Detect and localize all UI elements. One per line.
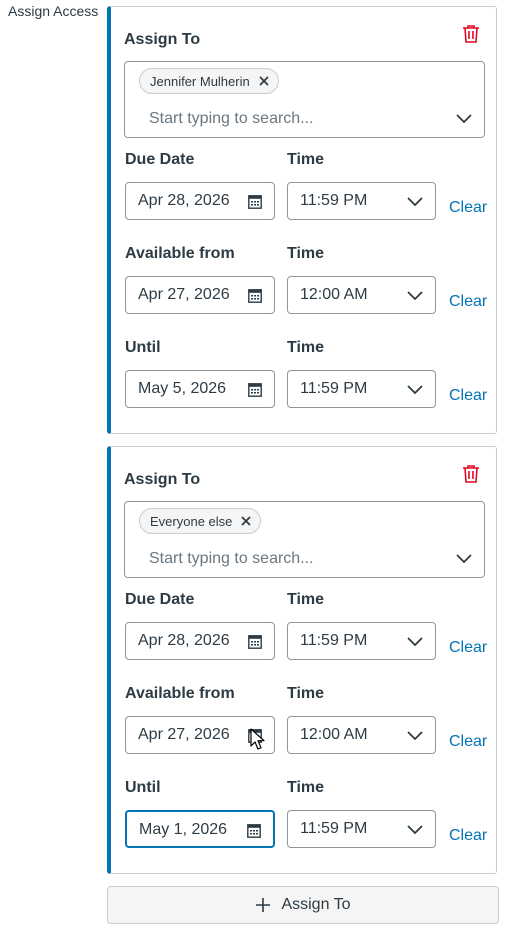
due-date-input[interactable]: Apr 28, 2026 <box>125 622 275 660</box>
calendar-icon[interactable] <box>247 823 261 838</box>
assign-card-1: Assign To Jennifer Mulherin Start typing… <box>107 6 497 434</box>
available-from-value: Apr 27, 2026 <box>138 726 230 743</box>
time-label: Time <box>287 779 325 796</box>
calendar-icon[interactable] <box>248 382 262 397</box>
chevron-down-icon[interactable] <box>456 114 472 124</box>
assign-to-label: Assign To <box>124 471 201 488</box>
add-assign-to-label: Assign To <box>281 896 351 913</box>
clear-until-link[interactable]: Clear <box>449 387 487 405</box>
chevron-down-icon <box>407 197 423 207</box>
chevron-down-icon <box>407 637 423 647</box>
calendar-icon[interactable] <box>248 194 262 209</box>
mouse-cursor-icon <box>250 728 265 750</box>
due-date-value: Apr 28, 2026 <box>138 192 230 209</box>
due-date-label: Due Date <box>125 591 195 608</box>
chevron-down-icon[interactable] <box>456 554 472 564</box>
time-label: Time <box>287 245 325 262</box>
plus-icon <box>256 898 271 912</box>
add-assign-to-button[interactable]: Assign To <box>107 886 499 924</box>
trash-icon[interactable] <box>462 24 480 44</box>
available-from-label: Available from <box>125 685 235 702</box>
due-time-value: 11:59 PM <box>300 632 368 649</box>
assignee-chip[interactable]: Everyone else <box>139 508 262 534</box>
chevron-down-icon <box>407 291 423 301</box>
until-label: Until <box>125 779 161 796</box>
clear-available-from-link[interactable]: Clear <box>449 293 487 311</box>
trash-icon[interactable] <box>462 464 480 484</box>
close-icon[interactable] <box>258 75 270 87</box>
assign-to-combobox[interactable]: Everyone else Start typing to search... <box>124 501 485 578</box>
clear-due-date-link[interactable]: Clear <box>449 639 487 657</box>
time-label: Time <box>287 339 325 356</box>
due-time-select[interactable]: 11:59 PM <box>287 622 436 660</box>
close-icon[interactable] <box>240 515 252 527</box>
available-from-time-select[interactable]: 12:00 AM <box>287 716 436 754</box>
assign-search-input[interactable]: Start typing to search... <box>149 550 314 568</box>
until-date-value: May 5, 2026 <box>138 380 227 397</box>
due-time-select[interactable]: 11:59 PM <box>287 182 436 220</box>
assign-access-label: Assign Access <box>8 3 99 19</box>
until-date-value: May 1, 2026 <box>139 821 228 838</box>
assign-to-combobox[interactable]: Jennifer Mulherin Start typing to search… <box>124 61 485 138</box>
time-label: Time <box>287 151 325 168</box>
until-label: Until <box>125 339 161 356</box>
until-time-select[interactable]: 11:59 PM <box>287 370 436 408</box>
due-date-input[interactable]: Apr 28, 2026 <box>125 182 275 220</box>
assign-to-label: Assign To <box>124 31 201 48</box>
assignee-chip[interactable]: Jennifer Mulherin <box>139 68 279 94</box>
chevron-down-icon <box>407 385 423 395</box>
assignee-chip-label: Everyone else <box>150 513 233 529</box>
due-date-label: Due Date <box>125 151 195 168</box>
clear-until-link[interactable]: Clear <box>449 827 487 845</box>
available-from-value: Apr 27, 2026 <box>138 286 230 303</box>
due-time-value: 11:59 PM <box>300 192 368 209</box>
until-time-value: 11:59 PM <box>300 380 368 397</box>
available-from-time-select[interactable]: 12:00 AM <box>287 276 436 314</box>
clear-due-date-link[interactable]: Clear <box>449 199 487 217</box>
until-date-input[interactable]: May 1, 2026 <box>125 810 275 848</box>
clear-available-from-link[interactable]: Clear <box>449 733 487 751</box>
available-from-label: Available from <box>125 245 235 262</box>
calendar-icon[interactable] <box>248 634 262 649</box>
until-date-input[interactable]: May 5, 2026 <box>125 370 275 408</box>
assign-search-input[interactable]: Start typing to search... <box>149 110 314 128</box>
assign-card-2: Assign To Everyone else Start typing to … <box>107 446 497 874</box>
available-from-time-value: 12:00 AM <box>300 726 368 743</box>
chevron-down-icon <box>407 825 423 835</box>
available-from-input[interactable]: Apr 27, 2026 <box>125 276 275 314</box>
assignee-chip-label: Jennifer Mulherin <box>150 73 250 89</box>
time-label: Time <box>287 591 325 608</box>
available-from-time-value: 12:00 AM <box>300 286 368 303</box>
chevron-down-icon <box>407 731 423 741</box>
due-date-value: Apr 28, 2026 <box>138 632 230 649</box>
time-label: Time <box>287 685 325 702</box>
calendar-icon[interactable] <box>248 288 262 303</box>
until-time-value: 11:59 PM <box>300 820 368 837</box>
until-time-select[interactable]: 11:59 PM <box>287 810 436 848</box>
